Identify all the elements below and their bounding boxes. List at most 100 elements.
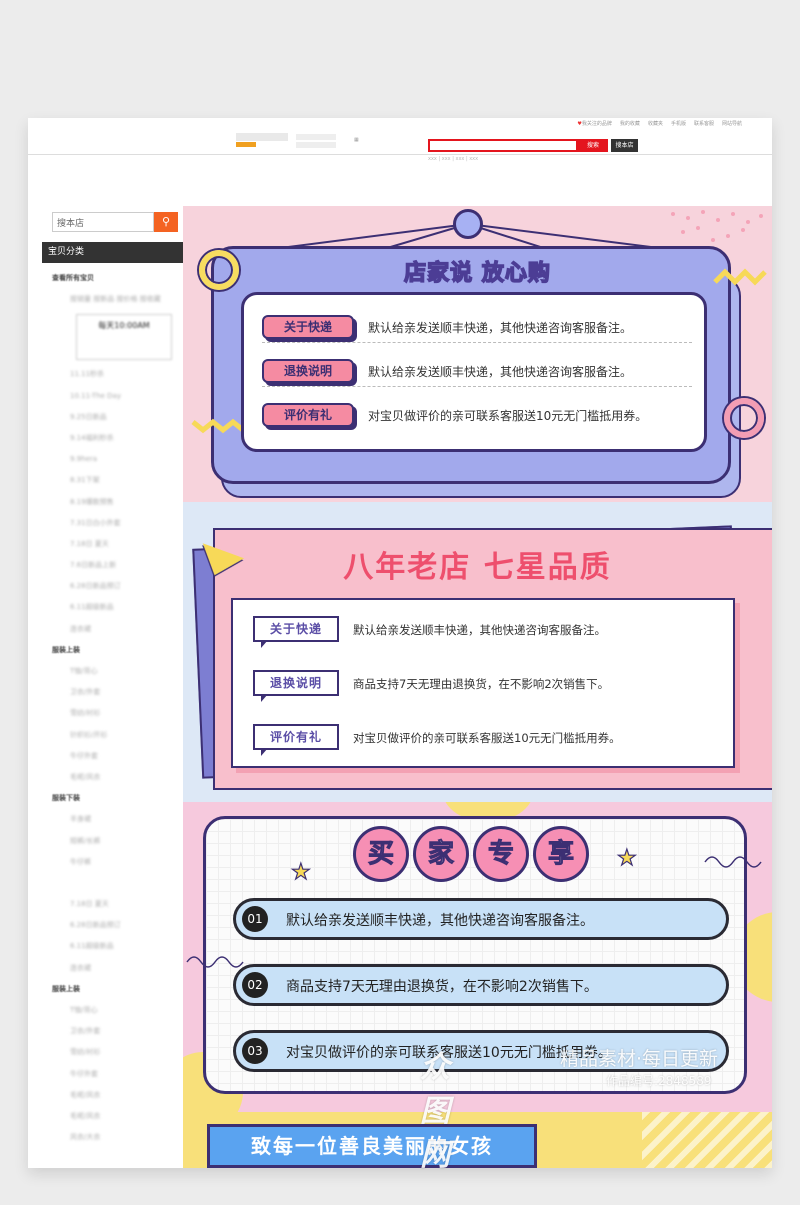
info-row: 退换说明 默认给亲发送顺丰快递，其他快递咨询客服备注。 [262,357,692,387]
search-button[interactable]: 搜索 [578,139,608,152]
info-text: 对宝贝做评价的亲可联系客服送10元无门槛抵用券。 [368,409,648,423]
category-item[interactable]: 6.28日新品预订 [52,915,182,936]
category-item[interactable]: 卫衣/外套 [52,682,182,703]
benefit-row: 01 默认给亲发送顺丰快递，其他快递咨询客服备注。 [233,898,729,940]
category-item[interactable]: 毛呢/风衣 [52,767,182,788]
category-item[interactable]: 毛呢/风衣 [52,1106,182,1127]
shop-name[interactable] [236,133,288,141]
category-item[interactable]: 针织衫/开衫 [52,725,182,746]
category-item[interactable]: 雪纺/衬衫 [52,703,182,724]
category-item[interactable]: 8.31下架 [52,470,182,491]
section-store-quality: 八年老店 七星品质 关于快递 默认给亲发送顺丰快递，其他快递咨询客服备注。 退换… [183,502,772,802]
info-tag: 关于快递 [262,315,354,339]
benefit-number: 03 [242,1038,268,1064]
category-item[interactable]: 风衣/大衣 [52,1127,182,1148]
wave-decor [704,856,762,868]
shop-info [296,134,336,150]
category-item[interactable]: 8.19爆款预售 [52,492,182,513]
site-search: 搜索 搜本店 [428,139,638,152]
category-item[interactable]: T恤/背心 [52,1000,182,1021]
category-item[interactable]: 毛呢/风衣 [52,1085,182,1106]
category-item[interactable]: 9.25日新品 [52,407,182,428]
category-item[interactable]: 11.11秒杀 [52,364,182,385]
category-item[interactable]: 7.31日白小外套 [52,513,182,534]
info-row: 评价有礼 对宝贝做评价的亲可联系客服送10元无门槛抵用券。 [253,720,723,760]
category-item[interactable]: 按销量 按新品 按价格 按收藏 [52,289,182,310]
info-panel: 关于快递 默认给亲发送顺丰快递，其他快递咨询客服备注。 退换说明 默认给亲发送顺… [241,292,707,452]
category-item[interactable]: 连衣裙 [52,958,182,979]
top-link[interactable]: 联系客服 [694,120,714,127]
title-bubble: 享 [533,826,589,882]
detail-content: 店家说 放心购 关于快递 默认给亲发送顺丰快递，其他快递咨询客服备注。 退换说明… [183,206,772,1168]
benefit-row: 02 商品支持7天无理由退换货，在不影响2次销售下。 [233,964,729,1006]
top-link[interactable]: 我关注的品牌 [577,120,612,127]
category-item[interactable]: 7.6日新品上新 [52,555,182,576]
info-row: 关于快递 默认给亲发送顺丰快递，其他快递咨询客服备注。 [253,612,723,652]
qr-code-icon[interactable]: ▦ [354,137,359,143]
info-text: 默认给亲发送顺丰快递，其他快递咨询客服备注。 [353,623,606,637]
category-promo-banner[interactable]: 每天10:00AM [76,314,172,361]
search-icon[interactable]: ⚲ [154,212,178,232]
category-item[interactable]: 牛仔外套 [52,746,182,767]
category-list: 查看所有宝贝 按销量 按新品 按价格 按收藏每天10:00AM 11.11秒杀 10.… [52,268,182,1148]
star-icon: ★ [290,859,311,885]
hook-circle [453,209,483,239]
category-item[interactable]: 6.11超级新品 [52,597,182,618]
category-item[interactable]: 半身裙 [52,809,182,830]
category-item[interactable] [52,873,182,894]
section-title: 八年老店 七星品质 [343,550,612,585]
category-item[interactable]: 7.18日 夏天 [52,534,182,555]
pink-ring [724,398,764,438]
hot-words[interactable]: xxx | xxx | xxx | xxx [428,156,478,162]
category-item[interactable]: 雪纺/衬衫 [52,1042,182,1063]
category-group[interactable]: 查看所有宝贝 [52,268,182,289]
category-item[interactable]: 10.11-The Day [52,386,182,407]
shop-search-input[interactable]: 搜本店 [52,212,154,232]
category-item[interactable]: 9.14福利秒杀 [52,428,182,449]
benefit-number: 01 [242,906,268,932]
top-link[interactable]: 手机版 [671,120,686,127]
category-item[interactable]: 7.18日 夏天 [52,894,182,915]
top-link[interactable]: 我的收藏 [620,120,640,127]
info-text: 对宝贝做评价的亲可联系客服送10元无门槛抵用券。 [353,731,621,745]
category-group[interactable]: 服装上装 [52,979,182,1000]
title-bubble: 专 [473,826,529,882]
top-link[interactable]: 收藏夹 [648,120,663,127]
info-row: 退换说明 商品支持7天无理由退换货，在不影响2次销售下。 [253,666,723,706]
info-tag: 退换说明 [262,359,354,383]
site-search-input[interactable] [428,139,578,152]
page-frame: 我关注的品牌 我的收藏 收藏夹 手机版 联系客服 网站导航 ▦ 搜索 搜本店 x… [28,118,772,1168]
sidebar: 搜本店 ⚲ 宝贝分类 查看所有宝贝 按销量 按新品 按价格 按收藏每天10:00A… [42,206,184,1168]
category-item[interactable]: 连衣裙 [52,619,182,640]
info-text: 默认给亲发送顺丰快递，其他快递咨询客服备注。 [368,365,633,379]
category-item[interactable]: 短裤/长裤 [52,831,182,852]
benefit-text: 商品支持7天无理由退换货，在不影响2次销售下。 [286,979,598,995]
watermark-logo: 众图网 [420,1050,450,1173]
category-item[interactable]: T恤/背心 [52,661,182,682]
category-group[interactable]: 服装上装 [52,640,182,661]
info-text: 默认给亲发送顺丰快递，其他快递咨询客服备注。 [368,321,633,335]
top-link[interactable]: 网站导航 [722,120,742,127]
category-item[interactable]: 6.11超级新品 [52,936,182,957]
benefit-text: 默认给亲发送顺丰快递，其他快递咨询客服备注。 [286,913,594,929]
category-item[interactable]: 9.9hera [52,449,182,470]
category-item[interactable]: 牛仔外套 [52,1064,182,1085]
section-title: 店家说 放心购 [403,260,551,287]
search-shop-button[interactable]: 搜本店 [611,139,638,152]
info-tag: 关于快递 [253,616,339,648]
stripe-decor [642,1112,772,1168]
info-panel: 关于快递 默认给亲发送顺丰快递，其他快递咨询客服备注。 退换说明 商品支持7天无… [231,598,735,768]
watermark-slogan: 精品素材·每日更新 [560,1048,719,1070]
category-item[interactable]: 牛仔裤 [52,852,182,873]
info-tag: 退换说明 [253,670,339,702]
category-item[interactable]: 卫衣/外套 [52,1021,182,1042]
category-header: 宝贝分类 [42,242,184,263]
info-tag: 评价有礼 [253,724,339,756]
info-row: 评价有礼 对宝贝做评价的亲可联系客服送10元无门槛抵用券。 [262,401,692,431]
category-item[interactable]: 6.28日新品预订 [52,576,182,597]
closing-banner: 致每一位善良美丽的女孩 [207,1124,537,1168]
watermark-code: 作品编号:2848589 [606,1074,712,1088]
shop-badge [236,142,256,147]
section-title: 买 家 专 享 [353,826,589,882]
category-group[interactable]: 服装下装 [52,788,182,809]
